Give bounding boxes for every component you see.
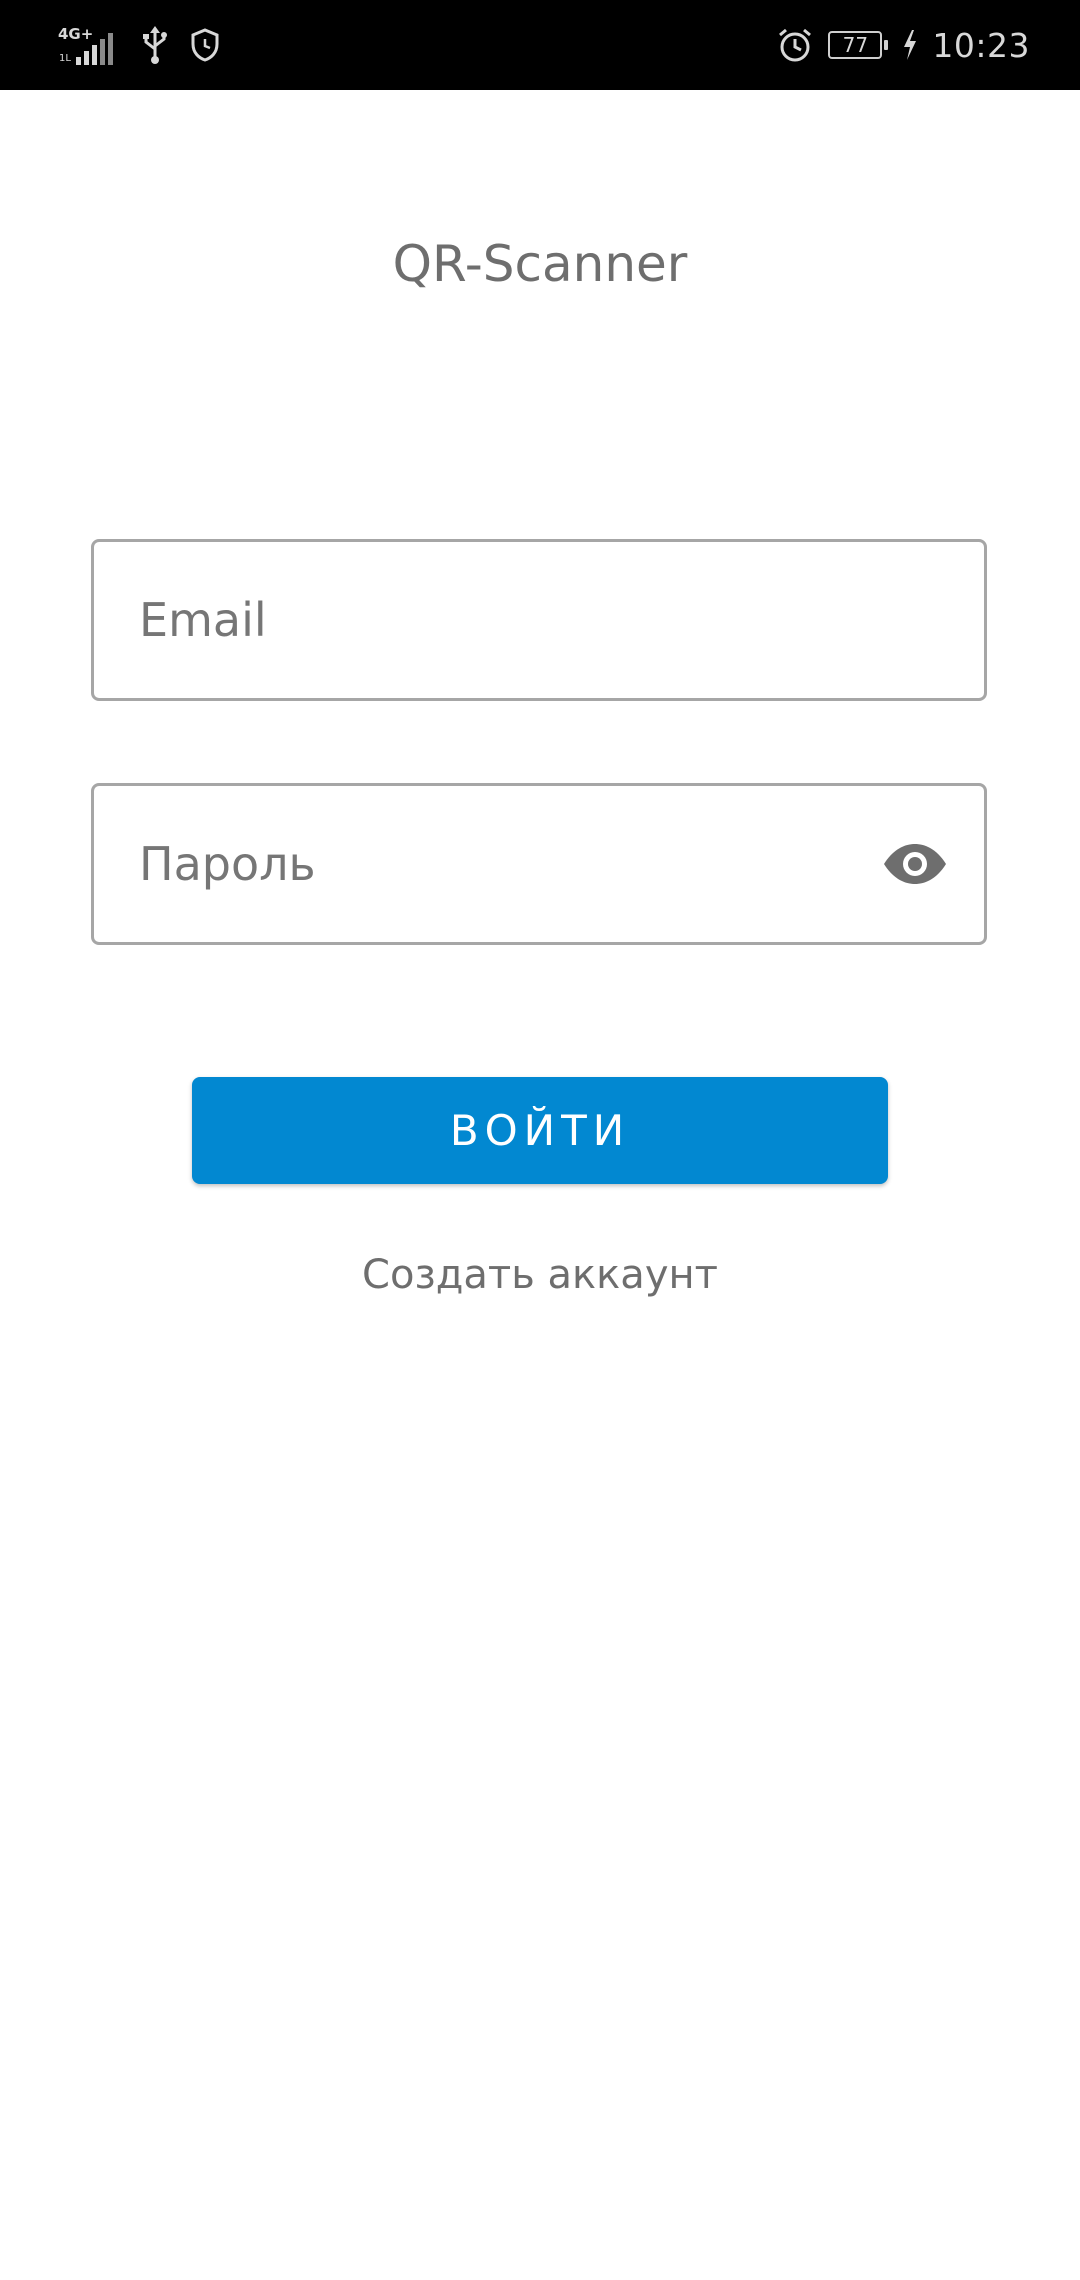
password-input[interactable] [139, 786, 899, 942]
usb-icon [140, 25, 170, 65]
app-title: QR-Scanner [392, 235, 688, 293]
login-screen: 4G+ 1L 77 10:23 QR-Scanner Email ВОЙТИ С… [0, 0, 1080, 2280]
battery-icon: 77 [828, 31, 889, 59]
email-input[interactable] [139, 542, 899, 698]
battery-level: 77 [828, 31, 883, 59]
charging-icon [902, 29, 918, 61]
status-bar-left: 4G+ 1L [56, 22, 220, 68]
clock: 10:23 [932, 25, 1030, 65]
login-button[interactable]: ВОЙТИ [192, 1077, 888, 1184]
eye-icon[interactable] [880, 839, 950, 889]
password-field[interactable] [91, 783, 987, 945]
status-bar: 4G+ 1L 77 10:23 [0, 0, 1080, 90]
shield-icon [190, 27, 220, 63]
create-account-link[interactable]: Создать аккаунт [0, 1252, 1080, 1298]
alarm-icon [776, 26, 814, 64]
status-bar-right: 77 10:23 [776, 22, 1030, 68]
email-field[interactable] [91, 539, 987, 701]
signal-icon: 4G+ 1L [56, 23, 120, 67]
svg-text:1L: 1L [59, 53, 71, 64]
